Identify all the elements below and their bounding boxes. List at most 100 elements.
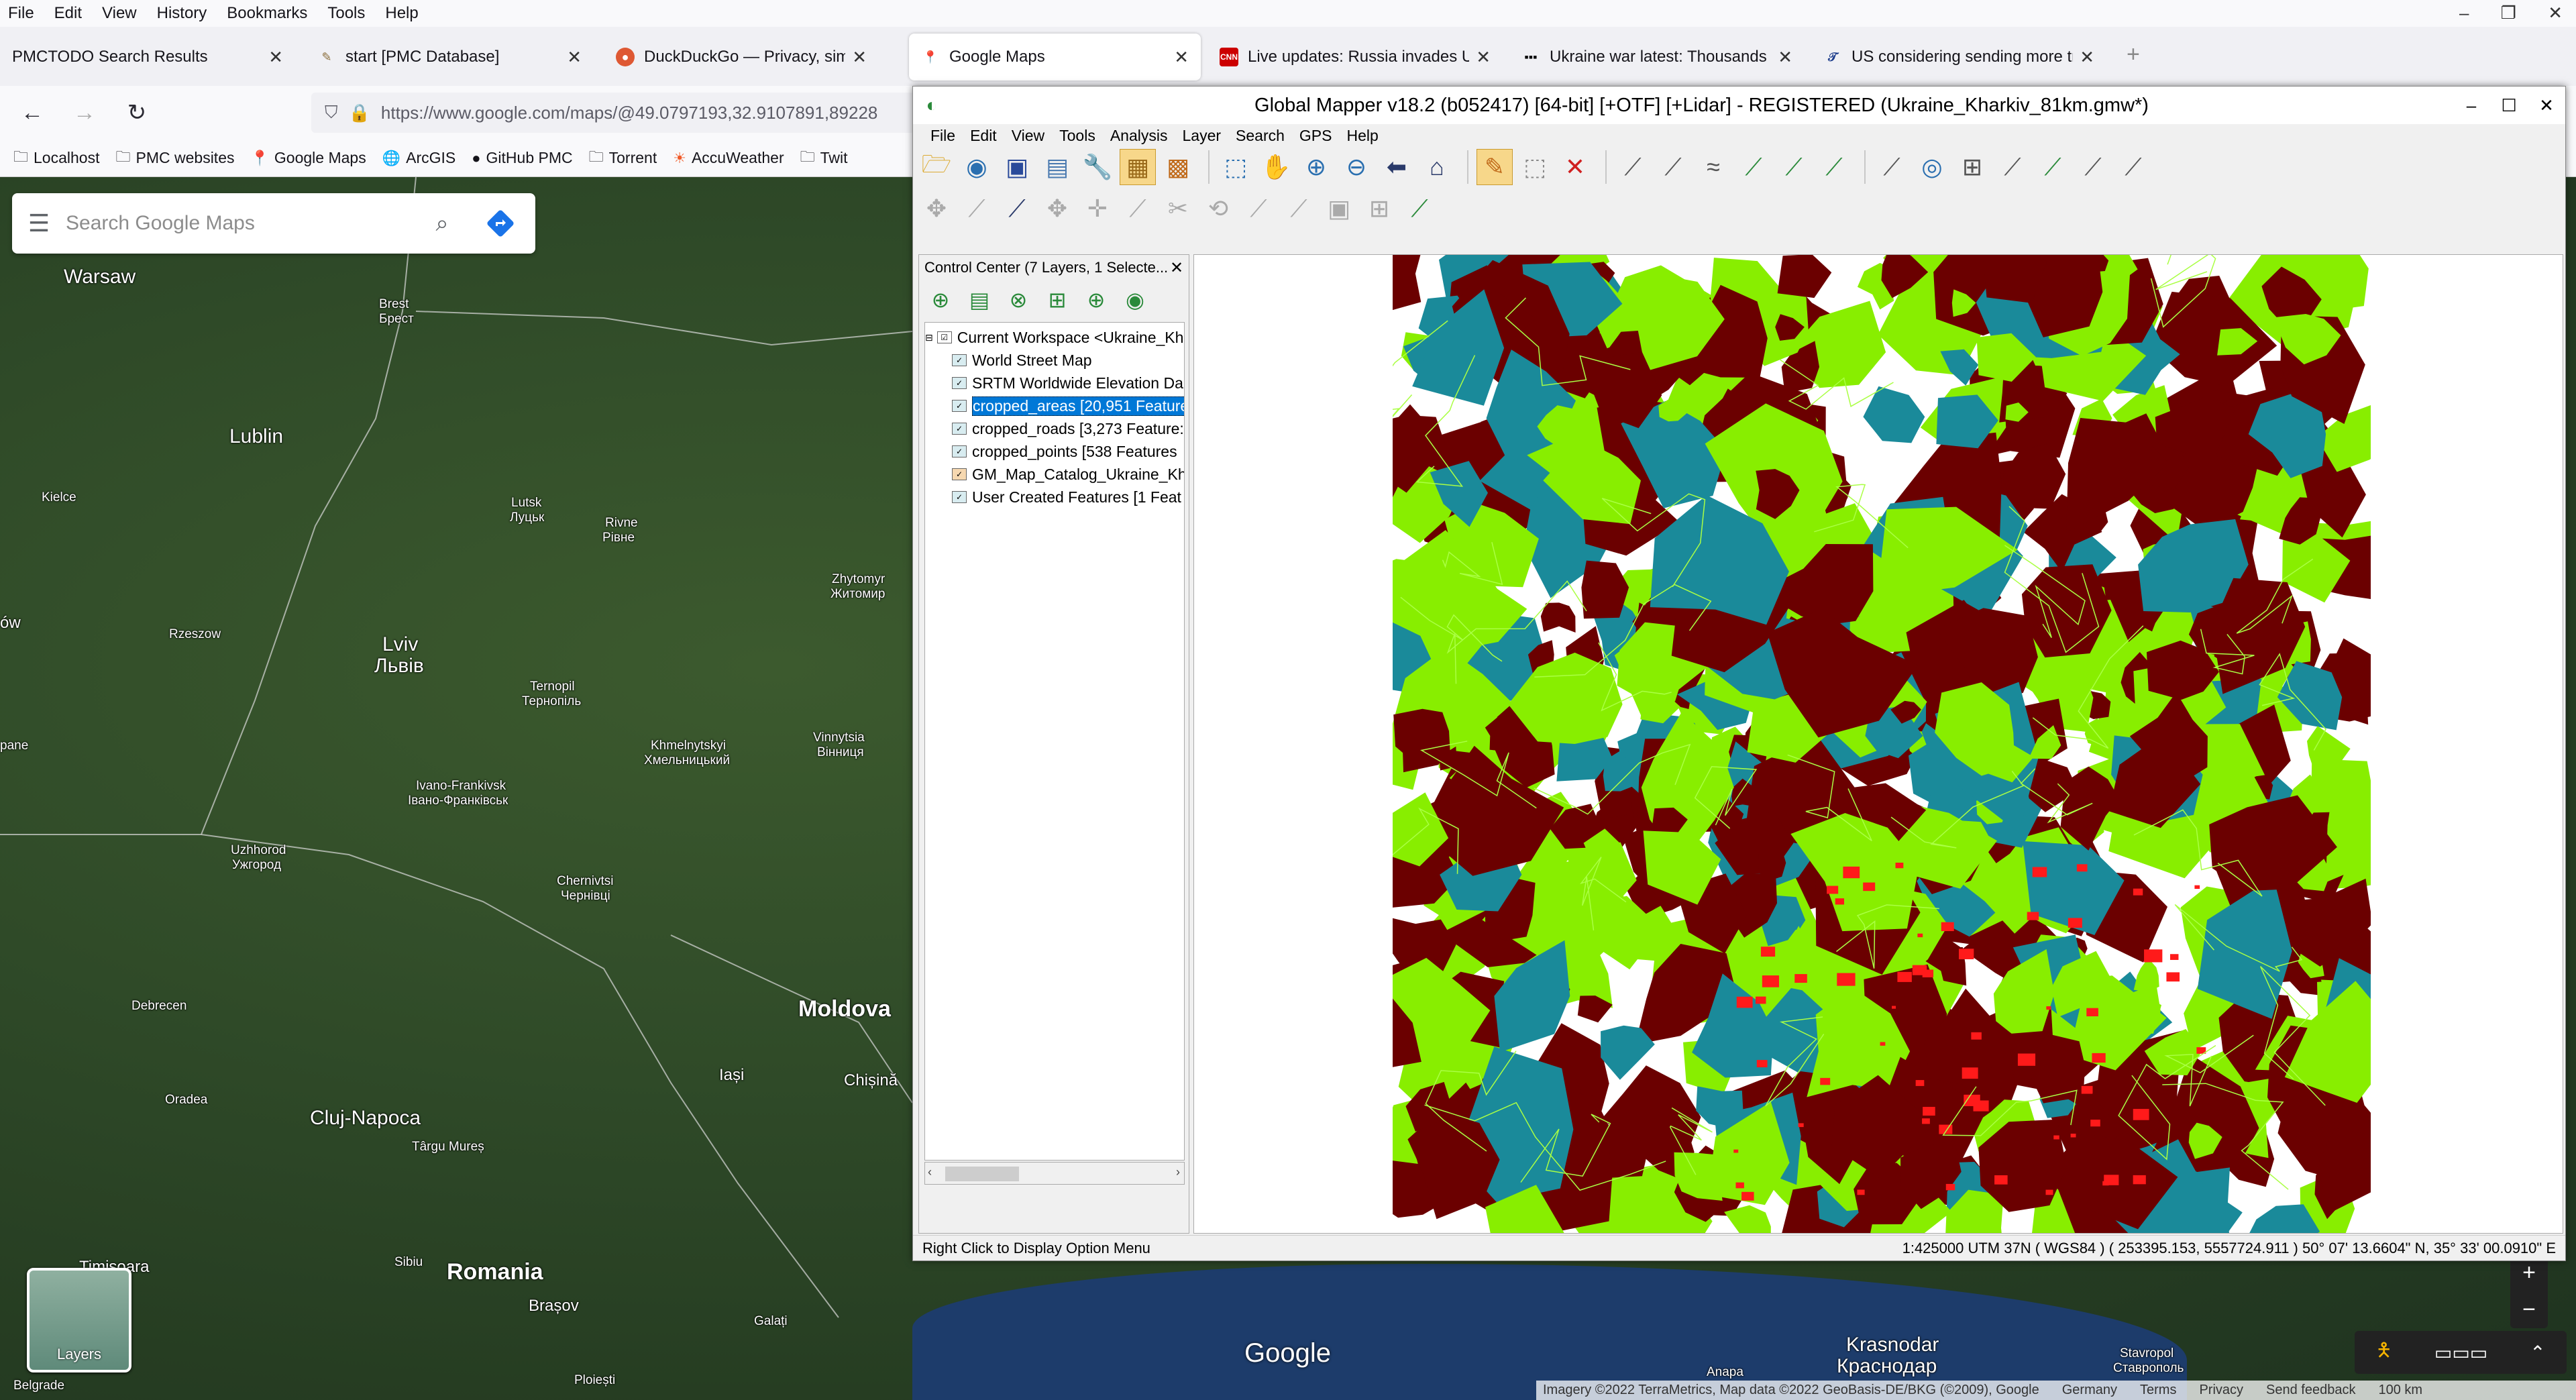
save-icon[interactable]: ▣: [999, 149, 1035, 185]
close-icon[interactable]: ✕: [2548, 3, 2563, 23]
layer-checkbox[interactable]: ✓: [952, 423, 967, 435]
gm-menu-analysis[interactable]: Analysis: [1110, 127, 1168, 145]
node-edit-icon[interactable]: ⟋: [999, 191, 1035, 227]
attribute-icon[interactable]: ⟋: [1401, 191, 1438, 227]
globe-icon[interactable]: ◉: [959, 149, 995, 185]
menu-history[interactable]: History: [157, 4, 207, 23]
close-tab-icon[interactable]: ✕: [1174, 47, 1189, 68]
zoom-out-icon[interactable]: ⊖: [1338, 149, 1375, 185]
gm-menu-tools[interactable]: Tools: [1059, 127, 1095, 145]
close-icon[interactable]: ✕: [1170, 258, 1189, 278]
close-tab-icon[interactable]: ✕: [567, 47, 582, 68]
scroll-right-icon[interactable]: ›: [1176, 1165, 1180, 1179]
gm-menu-layer[interactable]: Layer: [1183, 127, 1222, 145]
layer-cropped-roads[interactable]: ✓ cropped_roads [3,273 Feature:: [952, 418, 1184, 439]
land-cover-map[interactable]: [1393, 255, 2371, 1233]
directions-button[interactable]: [479, 202, 522, 245]
layer-checkbox[interactable]: ✓: [952, 377, 967, 389]
create-line-icon[interactable]: ⟋: [1615, 149, 1651, 185]
tab-ukraine-war[interactable]: ▪▪▪ Ukraine war latest: Thousands t ✕: [1509, 34, 1805, 80]
scroll-left-icon[interactable]: ‹: [928, 1165, 932, 1179]
menu-bookmarks[interactable]: Bookmarks: [227, 4, 307, 23]
digitizer-select-icon[interactable]: ⬚: [1218, 149, 1254, 185]
layer-checkbox[interactable]: ✓: [952, 400, 967, 412]
bookmark-google-maps[interactable]: 📍 Google Maps: [250, 149, 366, 167]
layer-checkbox[interactable]: ✓: [952, 445, 967, 457]
delete-icon[interactable]: ✕: [1557, 149, 1593, 185]
search-icon[interactable]: ⌕: [419, 211, 466, 237]
toggle-visibility-icon[interactable]: ◉: [1119, 284, 1151, 316]
back-icon[interactable]: ←: [12, 93, 52, 133]
path-profile-icon[interactable]: ⟋: [2115, 149, 2151, 185]
profile-icon[interactable]: ⟋: [1994, 149, 2031, 185]
layer-user-created-features[interactable]: ✓ User Created Features [1 Feat: [952, 486, 1181, 508]
create-circle-icon[interactable]: ⟋: [1816, 149, 1852, 185]
bookmark-arcgis[interactable]: 🌐 ArcGIS: [382, 149, 456, 167]
vertex-edit-icon[interactable]: ⟋: [959, 191, 995, 227]
layer-map-catalog[interactable]: ✓ GM_Map_Catalog_Ukraine_Kh: [952, 464, 1184, 485]
bookmark-localhost[interactable]: 🗀 Localhost: [13, 146, 99, 171]
shield-icon[interactable]: ⛉: [325, 102, 338, 123]
view-shed-icon[interactable]: ⟋: [2035, 149, 2071, 185]
close-tab-icon[interactable]: ✕: [1778, 47, 1792, 68]
privacy-link[interactable]: Privacy: [2199, 1383, 2243, 1398]
layers-button[interactable]: Layers: [27, 1268, 131, 1372]
scale-icon[interactable]: ⟋: [1240, 191, 1277, 227]
gm-menu-help[interactable]: Help: [1347, 127, 1379, 145]
move-icon[interactable]: ✥: [918, 191, 955, 227]
create-path-icon[interactable]: ⟋: [1655, 149, 1691, 185]
control-center-icon[interactable]: ▦: [1120, 149, 1156, 185]
create-area-icon[interactable]: ⟋: [1735, 149, 1772, 185]
maximize-icon[interactable]: ☐: [2490, 95, 2528, 116]
expand-icon[interactable]: ⌃: [2530, 1342, 2545, 1364]
zoom-in-icon[interactable]: ⊕: [1298, 149, 1334, 185]
previous-view-icon[interactable]: ⬅: [1379, 149, 1415, 185]
menu-view[interactable]: View: [102, 4, 137, 23]
menu-edit[interactable]: Edit: [54, 4, 82, 23]
close-tab-icon[interactable]: ✕: [852, 47, 867, 68]
metadata-icon[interactable]: ▤: [963, 284, 996, 316]
minimize-icon[interactable]: –: [2453, 95, 2490, 116]
add-vertex-icon[interactable]: ✛: [1079, 191, 1116, 227]
lock-icon[interactable]: 🔒: [349, 103, 370, 123]
terms-link[interactable]: Terms: [2140, 1383, 2176, 1398]
pegman-icon[interactable]: 🯅: [2375, 1336, 2392, 1368]
workspace-node[interactable]: ⊟ ☑ Current Workspace <Ukraine_Kh: [925, 327, 1183, 348]
tab-google-maps[interactable]: 📍 Google Maps ✕: [909, 34, 1201, 80]
minimize-icon[interactable]: –: [2459, 3, 2469, 23]
scale-bar-label[interactable]: 100 km: [2378, 1383, 2422, 1398]
tab-cnn[interactable]: CNN Live updates: Russia invades Uk ✕: [1208, 34, 1503, 80]
create-road-icon[interactable]: ≈: [1695, 149, 1731, 185]
collapse-icon[interactable]: ⊟: [925, 332, 933, 343]
layer-checkbox[interactable]: ✓: [952, 354, 967, 366]
grid-icon[interactable]: ⊞: [1954, 149, 1990, 185]
zoom-to-layer-icon[interactable]: ⊕: [1080, 284, 1112, 316]
scrollbar-thumb[interactable]: [945, 1167, 1019, 1181]
restore-icon[interactable]: ❐: [2501, 3, 2516, 23]
tab-duckduckgo[interactable]: ● DuckDuckGo — Privacy, simplifi ✕: [604, 34, 879, 80]
workspace-checkbox[interactable]: ☑: [936, 331, 952, 343]
create-rectangle-icon[interactable]: ⟋: [1776, 149, 1812, 185]
target-icon[interactable]: ◎: [1914, 149, 1950, 185]
join-lines-icon[interactable]: ✂: [1160, 191, 1196, 227]
open-folder-icon[interactable]: 🗁: [918, 149, 955, 185]
bookmark-pmc-websites[interactable]: 🗀 PMC websites: [115, 146, 234, 171]
gm-menu-gps[interactable]: GPS: [1299, 127, 1332, 145]
layer-tree-hscrollbar[interactable]: ‹ ›: [924, 1162, 1185, 1185]
attribution-country[interactable]: Germany: [2062, 1383, 2117, 1398]
digitizer-pencil-icon[interactable]: ✎: [1477, 149, 1513, 185]
crop-area-icon[interactable]: ⊞: [1361, 191, 1397, 227]
measure-icon[interactable]: ⟋: [1874, 149, 1910, 185]
zoom-out-button[interactable]: −: [2510, 1291, 2548, 1328]
move-vertex-icon[interactable]: ✥: [1039, 191, 1075, 227]
url-bar[interactable]: ⛉ 🔒 https://www.google.com/maps/@49.0797…: [311, 93, 915, 133]
config-wrench-icon[interactable]: 🔧: [1079, 149, 1116, 185]
layer-srtm-elevation[interactable]: ✓ SRTM Worldwide Elevation Da: [952, 372, 1183, 394]
layer-checkbox[interactable]: ✓: [952, 491, 967, 503]
rotate-icon[interactable]: ⟲: [1200, 191, 1236, 227]
new-tab-icon[interactable]: +: [2127, 42, 2140, 68]
menu-file[interactable]: File: [8, 4, 34, 23]
layer-projection-icon[interactable]: ⊞: [1041, 284, 1073, 316]
tab-pmc-database[interactable]: ✎ start [PMC Database] ✕: [305, 34, 594, 80]
bookmark-github-pmc[interactable]: ● GitHub PMC: [472, 149, 572, 167]
